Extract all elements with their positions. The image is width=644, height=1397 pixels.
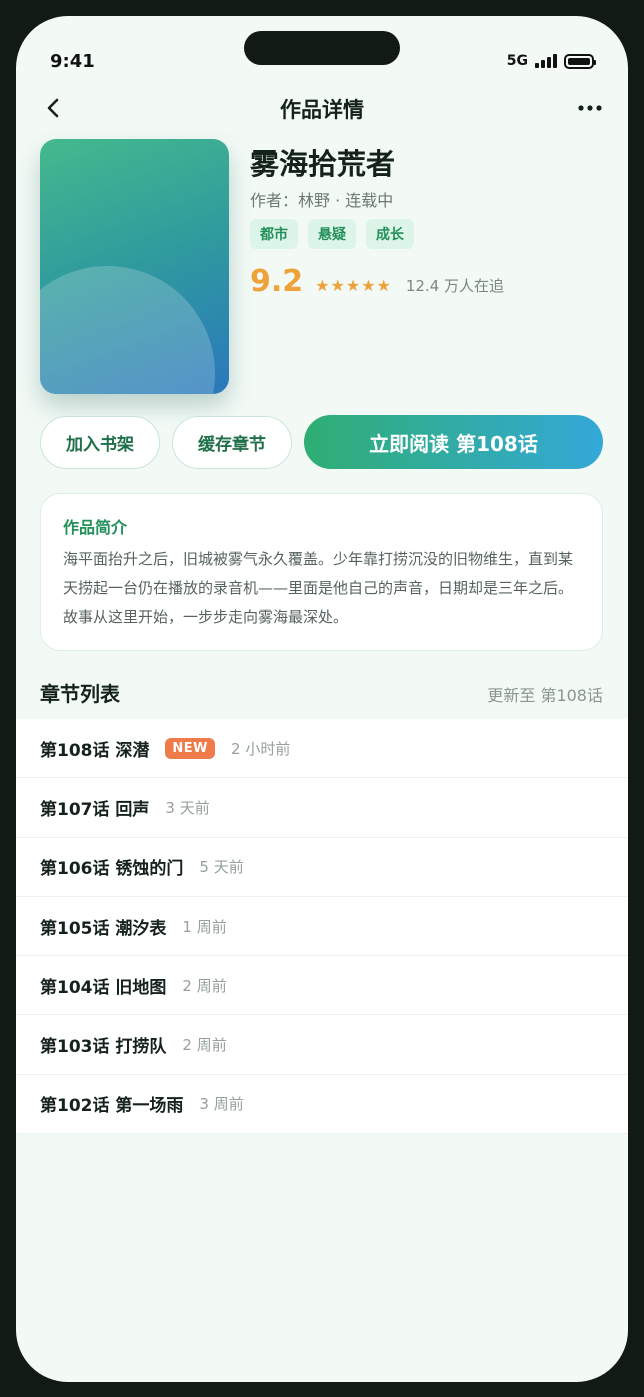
cache-chapters-button[interactable]: 缓存章节 — [172, 416, 292, 469]
chapter-row[interactable]: 第103话 打捞队 2 周前 — [16, 1015, 628, 1075]
chapter-time: 2 周前 — [182, 1036, 227, 1055]
synopsis-card: 作品简介 海平面抬升之后，旧城被雾气永久覆盖。少年靠打捞沉没的旧物维生，直到某天… — [40, 493, 603, 651]
chapter-time: 2 周前 — [182, 976, 227, 995]
chapter-name: 第105话 潮汐表 — [40, 918, 167, 939]
synopsis-title: 作品简介 — [63, 518, 128, 537]
chapter-row[interactable]: 第102话 第一场雨 3 周前 — [16, 1075, 628, 1135]
chapter-list: 第108话 深潜 NEW 2 小时前 第107话 回声 3 天前 第106话 锈… — [16, 719, 628, 1135]
chapter-row[interactable]: 第108话 深潜 NEW 2 小时前 — [16, 719, 628, 779]
top-nav: 作品详情 — [16, 88, 628, 128]
chapter-name: 第102话 第一场雨 — [40, 1096, 184, 1117]
signal-icon — [535, 54, 557, 68]
chapter-name: 第107话 回声 — [40, 799, 150, 820]
chapter-list-header: 章节列表 更新至 第108话 — [40, 676, 603, 708]
chapter-row[interactable]: 第104话 旧地图 2 周前 — [16, 956, 628, 1016]
chapter-update-status[interactable]: 更新至 第108话 — [487, 682, 603, 706]
battery-icon — [564, 53, 596, 69]
tag-item[interactable]: 悬疑 — [308, 219, 356, 249]
book-title: 雾海拾荒者 — [250, 147, 396, 181]
chapter-list-title: 章节列表 — [40, 682, 120, 706]
chapter-name: 第103话 打捞队 — [40, 1037, 167, 1058]
chapter-row[interactable]: 第106话 锈蚀的门 5 天前 — [16, 838, 628, 897]
more-button[interactable] — [576, 94, 604, 122]
chapter-name: 第106话 锈蚀的门 — [40, 859, 184, 880]
chapter-time: 3 周前 — [199, 1095, 244, 1114]
rating-row: 9.2 ★★★★★ 12.4 万人在追 — [250, 264, 504, 299]
synopsis-text: 海平面抬升之后，旧城被雾气永久覆盖。少年靠打捞沉没的旧物维生，直到某天捞起一台仍… — [63, 550, 574, 626]
chapter-time: 3 天前 — [165, 798, 210, 817]
chapter-time: 2 小时前 — [231, 739, 291, 758]
more-horizontal-icon — [578, 105, 602, 111]
status-indicators: 5G — [506, 53, 596, 69]
status-time: 9:41 — [50, 51, 95, 72]
chapter-time: 5 天前 — [199, 858, 244, 877]
chapter-row[interactable]: 第107话 回声 3 天前 — [16, 778, 628, 838]
page-title: 作品详情 — [280, 98, 364, 122]
tag-item[interactable]: 成长 — [366, 219, 414, 249]
rating-score: 9.2 — [250, 264, 304, 299]
rating-stars: ★★★★★ — [315, 276, 392, 295]
new-badge: NEW — [165, 737, 216, 759]
book-cover — [40, 139, 229, 394]
chapter-name: 第104话 旧地图 — [40, 977, 167, 998]
chapter-row[interactable]: 第105话 潮汐表 1 周前 — [16, 897, 628, 957]
chapter-name: 第108话 深潜 — [40, 740, 150, 761]
chapter-time: 1 周前 — [182, 917, 227, 936]
network-label: 5G — [506, 53, 528, 69]
book-tags: 都市 悬疑 成长 — [250, 219, 414, 249]
tag-item[interactable]: 都市 — [250, 219, 298, 249]
phone-screen: 9:41 5G 作品详情 雾海拾荒者 作者：林野 · 连载中 都市 悬疑 成长 — [16, 16, 628, 1382]
add-to-shelf-button[interactable]: 加入书架 — [40, 416, 160, 469]
cover-decoration — [40, 266, 215, 394]
follower-count: 12.4 万人在追 — [405, 277, 505, 295]
read-now-button[interactable]: 立即阅读 第108话 — [304, 415, 603, 469]
book-author-status: 作者：林野 · 连载中 — [250, 191, 394, 210]
